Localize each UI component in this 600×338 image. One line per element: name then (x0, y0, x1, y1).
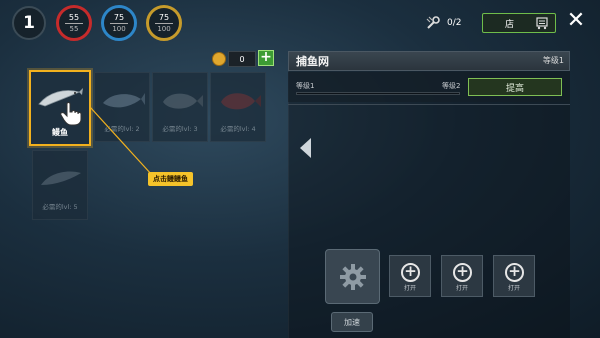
open-slot-button[interactable]: + 打开 (493, 255, 535, 297)
slot-label: 打开 (507, 285, 520, 292)
fish-requirement: 必需的lvl: 4 (220, 125, 256, 133)
health-meter: 55 55 (56, 5, 92, 41)
energy-divider (110, 22, 128, 24)
upgrade-button[interactable]: 提高 (468, 78, 562, 96)
panel-divider (288, 104, 570, 105)
health-divider (65, 22, 83, 24)
wrench-icon (426, 16, 440, 29)
hint-tag: 点击鳗鳗鱼 (148, 172, 193, 186)
fish-silhouette-icon (221, 93, 261, 110)
slot-label: 打开 (403, 285, 416, 292)
current-level-label: 等级1 (296, 82, 315, 90)
food-value: 75 (158, 12, 170, 22)
speed-up-button[interactable]: 加速 (331, 312, 373, 332)
add-circle-icon: + (401, 263, 420, 282)
hint-connector-line (89, 106, 153, 176)
player-level-badge: 1 (12, 6, 46, 40)
shop-button[interactable]: 店 (482, 13, 556, 33)
player-level: 1 (23, 13, 35, 33)
fish-silhouette-icon (163, 93, 203, 109)
tool-count: 0/2 (447, 18, 462, 28)
energy-max: 100 (112, 24, 126, 33)
fish-name: 鳗鱼 (52, 128, 68, 137)
add-circle-icon: + (453, 263, 472, 282)
health-max: 55 (69, 24, 79, 33)
fish-card-locked[interactable]: 必需的lvl: 3 (152, 72, 208, 142)
hand-pointer-icon (60, 102, 82, 126)
coin-amount: 0 (228, 51, 256, 67)
panel-level: 等级1 (542, 56, 564, 65)
add-coin-button[interactable]: + (258, 50, 274, 66)
fish-card-eel[interactable]: 鳗鱼 (29, 70, 91, 146)
fish-silhouette-icon (41, 171, 81, 185)
fish-requirement: 必需的lvl: 3 (162, 125, 198, 133)
arrow-left-icon[interactable] (300, 138, 311, 158)
fish-requirement: 必需的lvl: 5 (42, 203, 78, 211)
fish-card-locked[interactable]: 必需的lvl: 5 (32, 150, 88, 220)
close-button[interactable]: ✕ (565, 10, 587, 34)
open-slot-button[interactable]: + 打开 (389, 255, 431, 297)
shop-label: 店 (505, 19, 515, 30)
food-meter: 75 100 (146, 5, 182, 41)
next-level-label: 等级2 (442, 82, 461, 90)
fish-card-locked[interactable]: 必需的lvl: 4 (210, 72, 266, 142)
energy-meter: 75 100 (101, 5, 137, 41)
food-max: 100 (157, 24, 171, 33)
energy-value: 75 (113, 12, 125, 22)
gear-slot[interactable] (325, 249, 380, 304)
tool-counter: 0/2 (425, 14, 461, 32)
panel-title: 捕鱼网 (296, 55, 329, 68)
shop-cart-icon (536, 17, 548, 30)
health-value: 55 (68, 12, 80, 22)
slot-label: 打开 (455, 285, 468, 292)
plus-icon: + (260, 49, 272, 65)
add-circle-icon: + (505, 263, 524, 282)
open-slot-button[interactable]: + 打开 (441, 255, 483, 297)
coin-icon (212, 52, 226, 66)
gear-icon (340, 264, 366, 290)
food-divider (155, 22, 173, 24)
close-icon: ✕ (566, 8, 586, 33)
upgrade-progress-bar (296, 92, 460, 95)
